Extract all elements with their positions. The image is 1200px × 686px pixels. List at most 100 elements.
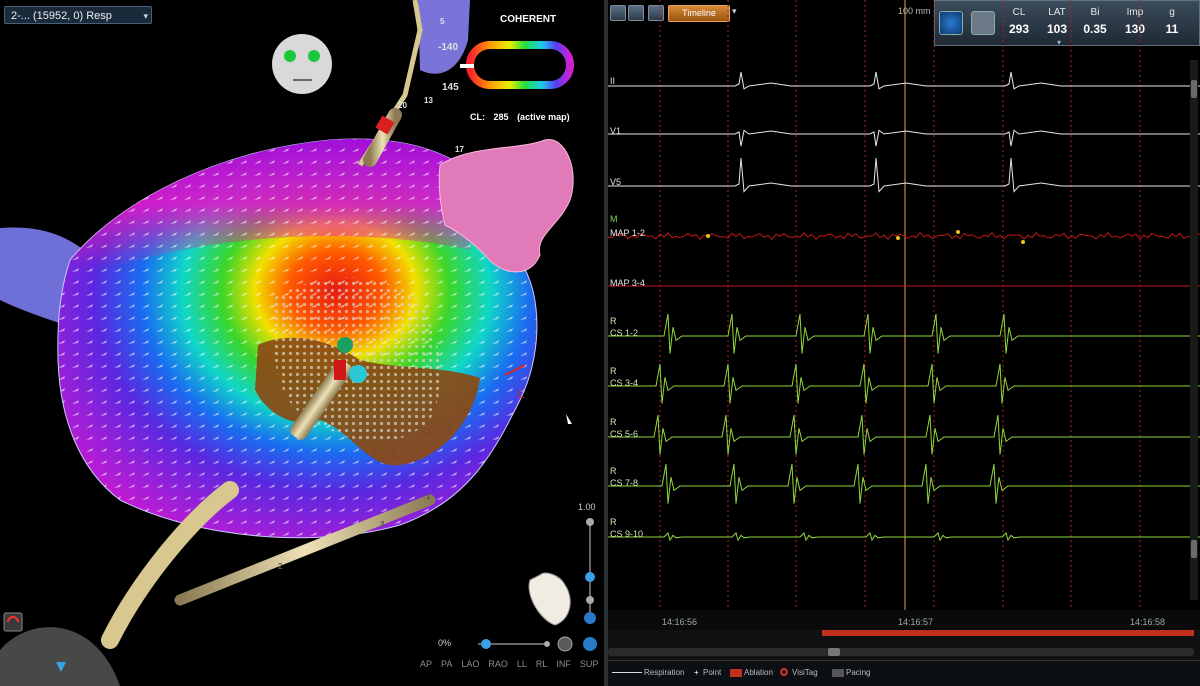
channel-prefix-cs910: R (610, 517, 617, 527)
pacing-legend-swatch (832, 669, 844, 677)
transparency-percent: 0% (438, 638, 452, 648)
channel-prefix-cs78: R (610, 466, 617, 476)
map-mode-title: COHERENT (500, 14, 557, 25)
cl-suffix: (active map) (517, 112, 570, 122)
map12-annotation-dot-2 (956, 230, 960, 234)
view-ll-button[interactable]: LL (517, 659, 527, 669)
cl-value: 285 (493, 112, 509, 122)
time-tick-1: 14:16:57 (898, 617, 934, 627)
channel-label-v1[interactable]: V1 (610, 126, 621, 136)
timeline-scroll-area[interactable] (608, 630, 1200, 660)
time-tick-2: 14:16:58 (1130, 617, 1166, 627)
superior-vena-cava-shape (418, 0, 470, 74)
channel-prefix-cs12: R (610, 316, 617, 326)
electrogram-traces[interactable] (608, 0, 1200, 610)
logo-icon[interactable] (3, 612, 23, 632)
trace-cs-1 (608, 363, 1200, 404)
map12-annotation-dot-0 (706, 234, 710, 238)
mouse-cursor (566, 414, 572, 424)
color-scale-top-value: -140 (438, 42, 459, 53)
channel-label-ii[interactable]: II (610, 76, 615, 86)
trace-cs-4 (608, 532, 1200, 542)
heart-orientation-icon[interactable] (528, 572, 571, 626)
catheter-label-13: 13 (424, 96, 433, 105)
channel-label-map12[interactable]: MAP 1-2 (610, 228, 645, 238)
channel-label-cs910[interactable]: CS 9-10 (610, 529, 643, 539)
cs-electrode-label-3: 3 (380, 520, 385, 529)
trace-v1 (608, 129, 1200, 147)
orientation-label: L (518, 387, 525, 401)
trace-ii (608, 71, 1200, 90)
respiration-legend-line (612, 672, 642, 673)
scale-slider-minus-icon[interactable] (586, 596, 594, 604)
scrollbar-thumb-upper[interactable] (1191, 80, 1197, 98)
view-rl-button[interactable]: RL (536, 659, 548, 669)
trace-v5 (608, 157, 1200, 193)
color-scale-marker (460, 64, 474, 68)
scale-max-value: 1.00 (578, 502, 596, 512)
map12-annotation-dot-3 (1021, 240, 1025, 244)
channel-label-cs78[interactable]: CS 7-8 (610, 478, 638, 488)
time-tick-0: 14:16:56 (662, 617, 698, 627)
transparency-plus-icon[interactable] (544, 641, 550, 647)
scale-slider-down-icon[interactable] (584, 612, 596, 624)
patient-orientation-avatar (272, 34, 332, 94)
view-ap-button[interactable]: AP (420, 659, 432, 669)
avatar-left-eye-icon (284, 50, 296, 62)
transparency-slider-thumb[interactable] (481, 639, 491, 649)
view-sup-button[interactable]: SUP (580, 659, 599, 669)
channel-label-cs34[interactable]: CS 3-4 (610, 378, 638, 388)
color-scale-bottom-value: 145 (442, 82, 459, 93)
legend-visitag: VisiTag (792, 668, 818, 677)
horizontal-scrollbar[interactable] (608, 648, 1194, 656)
catheter-tip-marker (337, 337, 353, 353)
view-rao-button[interactable]: RAO (488, 659, 508, 669)
cardiac-map-render[interactable]: L (0, 0, 604, 686)
vertical-scrollbar[interactable] (1190, 60, 1198, 600)
cs-electrode-label-2: 2 (278, 562, 283, 571)
scale-slider-plus-icon[interactable] (586, 518, 594, 526)
view-inf-button[interactable]: INF (556, 659, 571, 669)
lasso-electrode-label: 5 (440, 17, 445, 26)
view-lao-button[interactable]: LAO (461, 659, 479, 669)
scale-slider-thumb[interactable] (585, 572, 595, 582)
cycle-length-readout: CL: 285 (active map) (470, 112, 570, 122)
map-selector-dropdown[interactable]: 2-... (15952, 0) Resp ▾ (4, 6, 152, 24)
avatar-right-eye-icon (308, 50, 320, 62)
view-pa-button[interactable]: PA (441, 659, 452, 669)
reset-view-icon[interactable] (583, 637, 597, 651)
channel-prefix-m: M (610, 214, 618, 224)
map-viewport[interactable]: L 2-... (15952, 0) Resp ▾ COHERENT 5 -14… (0, 0, 604, 686)
trace-legend: Respiration + Point Ablation VisiTag Pac… (608, 660, 1200, 686)
catheter-tip-halo (349, 365, 367, 383)
channel-label-v5[interactable]: V5 (610, 177, 621, 187)
channel-label-cs12[interactable]: CS 1-2 (610, 328, 638, 338)
legend-pacing: Pacing (846, 668, 871, 677)
electrogram-panel[interactable]: Timeline ▾ 100 mm CL 293 LAT 103 Bi 0.35… (608, 0, 1200, 686)
legend-ablation: Ablation (744, 668, 773, 677)
cl-label: CL: (470, 112, 485, 122)
horizontal-scrollbar-thumb[interactable] (828, 648, 840, 656)
view-presets: AP PA LAO RAO LL RL INF SUP (420, 659, 598, 669)
map12-annotation-dot-1 (896, 236, 900, 240)
trace-cs-3 (608, 463, 1200, 504)
color-scale-ring[interactable] (466, 41, 574, 89)
ablation-timeline-bar (822, 630, 1194, 636)
visitag-icon (780, 668, 788, 676)
legend-point: Point (703, 668, 722, 677)
channel-label-cs56[interactable]: CS 5-6 (610, 429, 638, 439)
catheter-label-17: 17 (455, 145, 464, 154)
render-mode-icon[interactable] (557, 636, 573, 652)
channel-prefix-cs34: R (610, 366, 617, 376)
trace-map12 (608, 231, 1200, 241)
catheter-electrode (334, 360, 346, 380)
channel-label-map34[interactable]: MAP 3-4 (610, 278, 645, 288)
catheter-label-20: 20 (398, 101, 407, 110)
trace-cs-0 (608, 313, 1200, 354)
cs-electrode-label-1: 1 (426, 492, 431, 501)
ablation-legend-swatch (730, 669, 742, 677)
legend-respiration: Respiration (644, 668, 685, 677)
point-icon: + (694, 668, 699, 677)
chevron-down-icon: ▾ (143, 11, 148, 21)
scrollbar-thumb-lower[interactable] (1191, 540, 1197, 558)
